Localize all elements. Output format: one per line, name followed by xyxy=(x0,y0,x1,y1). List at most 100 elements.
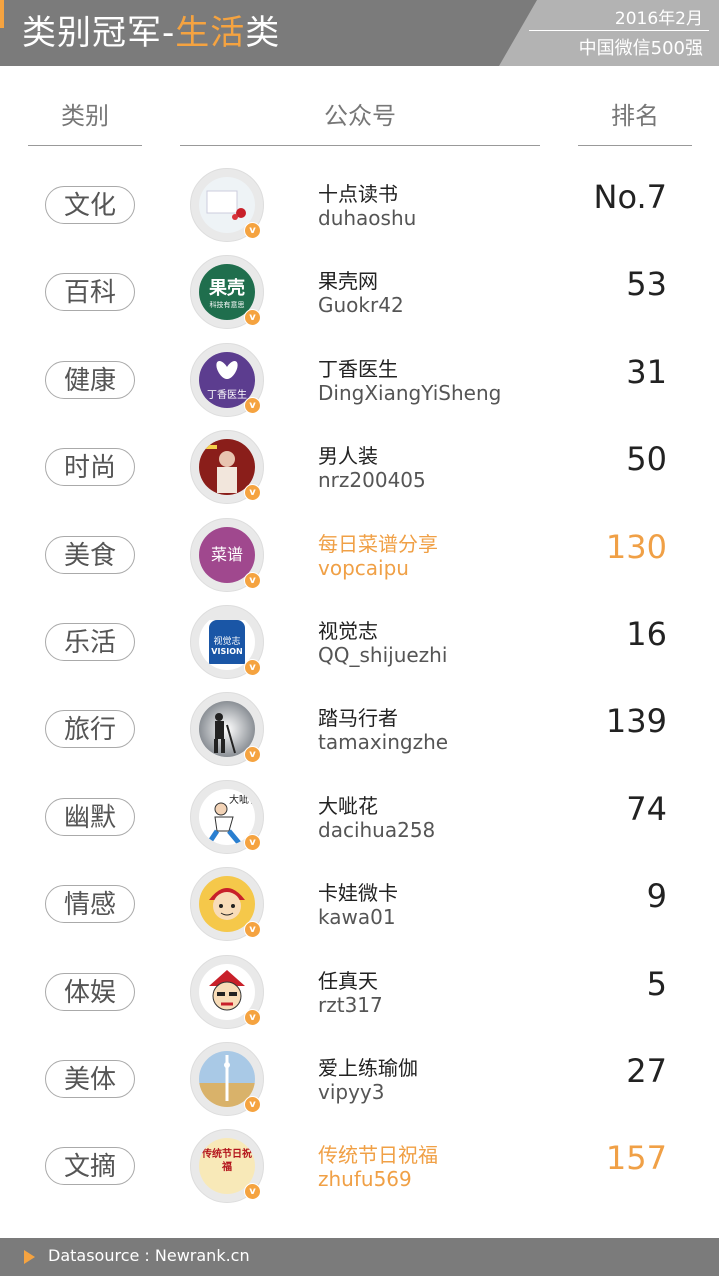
account-avatar[interactable]: v xyxy=(190,430,264,505)
rank-value: 74 xyxy=(626,789,667,828)
verified-badge-icon: v xyxy=(244,309,261,327)
rank-value: 9 xyxy=(646,877,667,916)
account-id: DingXiangYiSheng xyxy=(318,380,502,405)
category-pill: 情感 xyxy=(45,885,135,924)
title-highlight: 生活 xyxy=(175,13,246,53)
verified-badge-icon: v xyxy=(244,396,261,414)
header-accent xyxy=(0,0,4,28)
rank-value: 157 xyxy=(605,1139,667,1178)
rank-value: No.7 xyxy=(593,178,667,216)
account-name: 爱上练瑜伽 xyxy=(318,1056,418,1080)
category-pill: 美体 xyxy=(45,1060,135,1098)
account-avatar[interactable]: 丁香医生 v xyxy=(190,342,264,417)
list-item: 情感 v 卡娃微卡 kawa01 9 xyxy=(0,867,719,954)
rank-value: 130 xyxy=(605,527,667,566)
list-item: 文化 v 十点读书 duhaoshu No.7 xyxy=(0,168,719,255)
list-item: 乐活 视觉志 VISION v 视觉志 QQ_shijuezhi 16 xyxy=(0,605,719,692)
column-divider xyxy=(28,145,142,146)
account-name: 十点读书 xyxy=(318,182,398,206)
verified-badge-icon: v xyxy=(244,921,261,939)
account-avatar[interactable]: 大呲花 v xyxy=(190,779,264,854)
category-pill: 文化 xyxy=(45,186,135,224)
verified-badge-icon: v xyxy=(244,571,261,589)
verified-badge-icon: v xyxy=(244,484,261,502)
category-pill: 健康 xyxy=(45,360,135,399)
list-item: 百科 果壳 科技有意思 v 果壳网 Guokr42 53 xyxy=(0,255,719,342)
account-name: 传统节日祝福 xyxy=(318,1143,438,1168)
header-date: 2016年2月 xyxy=(614,9,703,29)
avatar-subtext: VISION xyxy=(211,647,243,656)
account-id: kawa01 xyxy=(318,905,396,930)
verified-badge-icon: v xyxy=(244,833,261,851)
header-divider xyxy=(529,30,709,31)
account-avatar[interactable]: 菜谱 v xyxy=(190,517,264,592)
title-suffix: 类 xyxy=(245,13,281,53)
column-header-category: 类别 xyxy=(61,102,109,130)
account-name: 视觉志 xyxy=(318,619,378,643)
account-name: 丁香医生 xyxy=(318,356,398,381)
page-title: 类别冠军-生活类 xyxy=(22,8,280,58)
account-id: zhufu569 xyxy=(318,1167,412,1192)
footer-bar: Datasource : Newrank.cn xyxy=(0,1238,719,1276)
account-id: rzt317 xyxy=(318,992,383,1017)
account-avatar[interactable]: v xyxy=(190,168,264,242)
category-pill: 幽默 xyxy=(45,797,135,836)
rank-value: 139 xyxy=(605,702,667,741)
list-item: 幽默 大呲花 v 大呲花 dacihua258 74 xyxy=(0,779,719,867)
verified-badge-icon: v xyxy=(244,746,261,764)
category-pill: 美食 xyxy=(45,535,135,574)
rank-value: 53 xyxy=(626,265,667,304)
category-pill: 文摘 xyxy=(45,1147,135,1186)
category-pill: 体娱 xyxy=(45,972,135,1011)
category-pill: 乐活 xyxy=(45,623,135,661)
list-item: 美食 菜谱 v 每日菜谱分享 vopcaipu 130 xyxy=(0,517,719,605)
header-bar: 类别冠军-生活类 2016年2月 中国微信500强 xyxy=(0,0,719,66)
category-pill: 旅行 xyxy=(45,710,135,749)
account-id: duhaoshu xyxy=(318,206,417,230)
account-id: dacihua258 xyxy=(318,817,436,842)
account-id: nrz200405 xyxy=(318,468,426,493)
account-id: vipyy3 xyxy=(318,1080,385,1104)
account-id: tamaxingzhe xyxy=(318,730,449,755)
list-item: 美体 v 爱上练瑜伽 vipyy3 27 xyxy=(0,1042,719,1129)
account-avatar[interactable]: 果壳 科技有意思 v xyxy=(190,255,264,330)
account-id: vopcaipu xyxy=(318,555,409,580)
avatar-text: 果壳 xyxy=(209,278,245,300)
account-name: 大呲花 xyxy=(318,793,378,818)
column-header-account: 公众号 xyxy=(324,102,396,130)
account-name: 任真天 xyxy=(318,968,378,993)
account-name: 踏马行者 xyxy=(318,706,398,731)
rank-value: 31 xyxy=(626,352,667,391)
verified-badge-icon: v xyxy=(244,659,261,676)
account-avatar[interactable]: v xyxy=(190,692,264,767)
account-avatar[interactable]: v xyxy=(190,867,264,942)
verified-badge-icon: v xyxy=(244,1096,261,1113)
list-item: 文摘 传统节日祝福 v 传统节日祝福 zhufu569 157 xyxy=(0,1129,719,1216)
account-avatar[interactable]: 视觉志 VISION v xyxy=(190,605,264,679)
column-divider xyxy=(578,145,692,146)
column-divider xyxy=(180,145,540,146)
date-block: 2016年2月 中国微信500强 xyxy=(499,0,719,66)
account-avatar[interactable]: 传统节日祝福 v xyxy=(190,1129,264,1204)
category-pill: 百科 xyxy=(45,273,135,312)
rank-value: 27 xyxy=(626,1052,667,1090)
account-name: 卡娃微卡 xyxy=(318,881,398,906)
list-item: 体娱 v 任真天 rzt317 5 xyxy=(0,954,719,1042)
list-item: 健康 丁香医生 v 丁香医生 DingXiangYiSheng 31 xyxy=(0,342,719,430)
verified-badge-icon: v xyxy=(244,222,261,239)
account-id: Guokr42 xyxy=(318,293,404,318)
rank-value: 5 xyxy=(646,964,667,1003)
account-name: 果壳网 xyxy=(318,269,378,294)
avatar-subtext: 科技有意思 xyxy=(209,301,245,310)
list-item: 时尚 v 男人装 nrz200405 50 xyxy=(0,430,719,517)
account-avatar[interactable]: v xyxy=(190,1042,264,1116)
data-source: Datasource : Newrank.cn xyxy=(48,1246,250,1265)
category-pill: 时尚 xyxy=(45,448,135,487)
title-prefix: 类别冠军- xyxy=(22,13,176,53)
verified-badge-icon: v xyxy=(244,1008,261,1026)
rank-value: 16 xyxy=(626,615,667,653)
list-item: 旅行 v 踏马行者 tamaxingzhe 139 xyxy=(0,692,719,779)
account-avatar[interactable]: v xyxy=(190,954,264,1029)
account-id: QQ_shijuezhi xyxy=(318,643,448,667)
account-name: 每日菜谱分享 xyxy=(318,531,438,556)
